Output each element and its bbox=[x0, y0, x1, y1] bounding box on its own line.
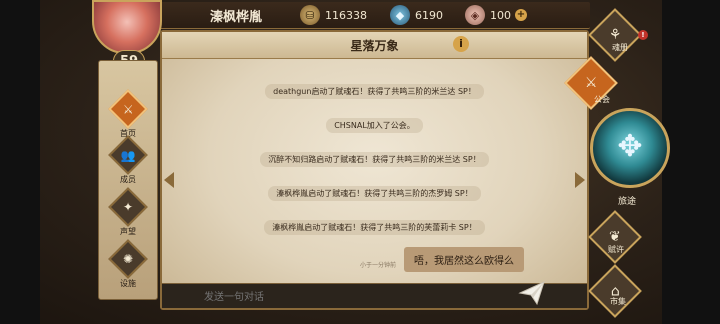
top-status-bar: 溱枫桦胤 ⛁ 116338 ◆ 6190 ◈ 100 + bbox=[110, 2, 590, 29]
nav-market[interactable]: ⌂ 市集 bbox=[588, 264, 642, 318]
player-name: 溱枫桦胤 bbox=[210, 10, 263, 25]
nav-facility-label: 设施 bbox=[120, 279, 136, 288]
facility-icon: ✺ bbox=[108, 239, 148, 279]
guild-chat-panel: 星落万象 i deathgun启动了赋魂石！获得了共鸣三阶的米兰达 SP！ CH… bbox=[160, 30, 589, 310]
nav-guild-label: 公会 bbox=[594, 95, 610, 104]
gold-resource[interactable]: ⛁ 116338 bbox=[300, 5, 367, 25]
journey-icon: ✥ bbox=[617, 129, 643, 164]
chat-bubble: 唔，我居然这么欧得么 bbox=[404, 247, 524, 272]
system-message: CHSNAL加入了公会。 bbox=[162, 117, 587, 133]
nav-endow-label: 赋许 bbox=[608, 245, 624, 254]
chat-timestamp: 小于一分钟前 bbox=[360, 262, 397, 269]
gem-value: 100 bbox=[490, 8, 511, 22]
members-icon: 👥 bbox=[108, 135, 148, 175]
info-button[interactable]: i bbox=[453, 36, 469, 52]
endow-icon: ❦ bbox=[588, 210, 642, 264]
system-message: deathgun启动了赋魂石！获得了共鸣三阶的米兰达 SP！ bbox=[162, 83, 587, 99]
paper-plane-icon bbox=[518, 281, 545, 306]
nav-guild[interactable]: ⚔ 公会 bbox=[564, 56, 618, 110]
panel-titlebar: 星落万象 i bbox=[162, 32, 587, 59]
gem-resource[interactable]: ◈ 100 + bbox=[465, 5, 527, 25]
chat-input[interactable] bbox=[202, 288, 486, 306]
nav-endow[interactable]: ❦ 赋许 bbox=[588, 210, 642, 264]
nav-soulbook-label: 魂册 bbox=[612, 43, 628, 52]
send-button[interactable] bbox=[517, 278, 547, 308]
pink-gem-icon: ◈ bbox=[465, 5, 485, 25]
chat-input-bar bbox=[162, 281, 587, 308]
right-letterbox bbox=[662, 0, 720, 324]
home-icon: ⚔ bbox=[108, 89, 148, 129]
left-letterbox bbox=[0, 0, 40, 324]
reputation-icon: ✦ bbox=[108, 187, 148, 227]
nav-reputation[interactable]: ✦ 声望 bbox=[99, 187, 157, 239]
market-icon: ⌂ bbox=[588, 264, 642, 318]
journey-button[interactable]: ✥ bbox=[590, 108, 670, 188]
notification-badge: ! bbox=[638, 30, 648, 40]
system-message: 溱枫桦胤启动了赋魂石！获得了共鸣三阶的杰罗姆 SP！ bbox=[162, 185, 587, 201]
journey-label: 旅途 bbox=[617, 197, 636, 207]
nav-facility[interactable]: ✺ 设施 bbox=[99, 239, 157, 291]
nav-members[interactable]: 👥 成员 bbox=[99, 135, 157, 187]
crystal-resource[interactable]: ◆ 6190 bbox=[390, 5, 443, 25]
system-message: 沉醉不知归路启动了赋魂石！获得了共鸣三阶的米兰达 SP！ bbox=[162, 151, 587, 167]
soulbook-icon: ⚘ bbox=[588, 8, 642, 62]
panel-title: 星落万象 bbox=[350, 39, 399, 53]
gold-coin-icon: ⛁ bbox=[300, 5, 320, 25]
add-gem-button[interactable]: + bbox=[515, 9, 527, 21]
gold-value: 116338 bbox=[325, 8, 367, 22]
nav-market-label: 市集 bbox=[610, 297, 626, 306]
nav-members-label: 成员 bbox=[120, 175, 136, 184]
system-message: 溱枫桦胤启动了赋魂石！获得了共鸣三阶的芙蕾莉卡 SP！ bbox=[162, 219, 587, 235]
left-navigation: ⚔ 首页 👥 成员 ✦ 声望 ✺ 设施 bbox=[98, 60, 158, 300]
crystal-value: 6190 bbox=[415, 8, 443, 22]
blue-crystal-icon: ◆ bbox=[390, 5, 410, 25]
nav-home[interactable]: ⚔ 首页 bbox=[99, 89, 157, 141]
nav-reputation-label: 声望 bbox=[120, 227, 136, 236]
nav-soulbook[interactable]: ⚘ 魂册 bbox=[588, 8, 642, 62]
